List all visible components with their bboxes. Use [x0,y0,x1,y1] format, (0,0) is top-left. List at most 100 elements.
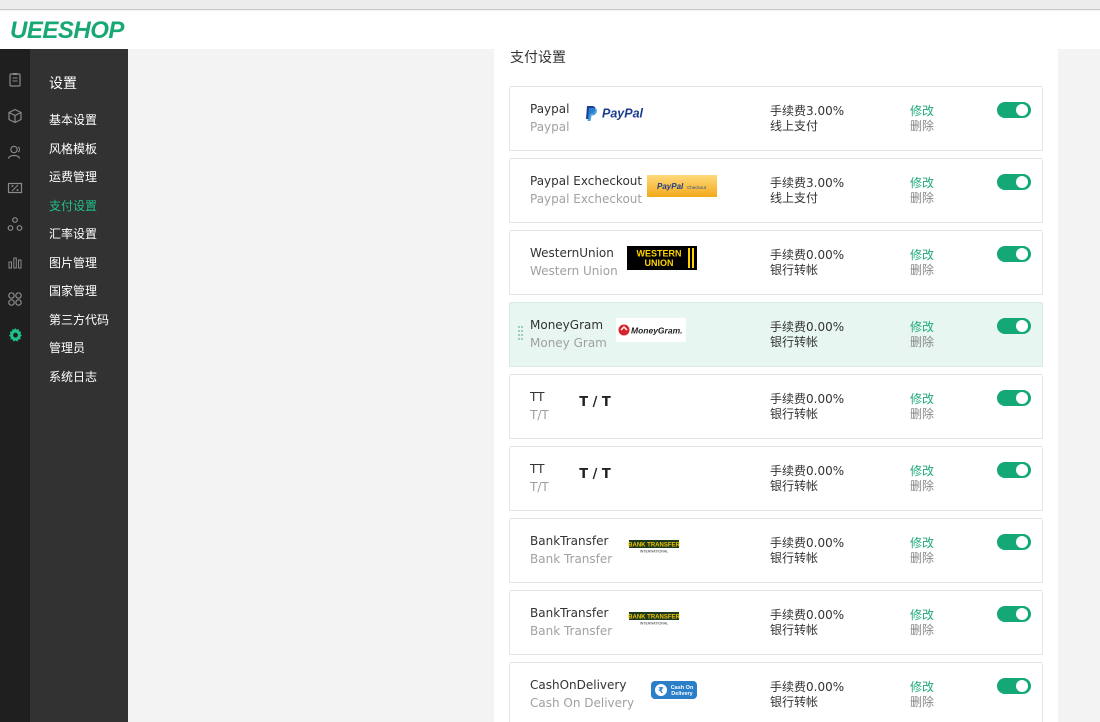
delete-link[interactable]: 删除 [910,189,934,206]
bank-transfer-logo: BANK TRANSFER INTERNATIONAL [619,606,689,630]
payment-subname: T/T [530,480,549,494]
page-title: 支付设置 [510,50,566,66]
payment-type: 银行转帐 [770,551,819,565]
sidebar-item-countries[interactable]: 国家管理 [49,282,97,299]
payment-name: MoneyGram [530,318,604,332]
payment-name: Paypal Excheckout [530,174,643,188]
sidebar-item-third-party[interactable]: 第三方代码 [49,311,109,328]
payment-row-moneygram[interactable]: MoneyGram Money Gram MoneyGram. 手续费0.00%… [509,302,1043,367]
settings-icon[interactable] [7,327,23,343]
enable-toggle[interactable] [997,678,1031,694]
payment-row-paypal-excheckout: Paypal Excheckout Paypal Excheckout PayP… [509,158,1043,223]
enable-toggle[interactable] [997,246,1031,262]
bank-transfer-logo: BANK TRANSFER INTERNATIONAL [619,534,689,558]
bank-transfer-logo-text: BANK TRANSFER [628,543,680,549]
products-icon[interactable] [7,108,23,124]
users-icon[interactable] [7,144,23,160]
delete-link[interactable]: 删除 [910,693,934,710]
enable-toggle[interactable] [997,606,1031,622]
delete-link[interactable]: 删除 [910,549,934,566]
delete-link[interactable]: 删除 [910,477,934,494]
western-union-logo-text: WESTERN [637,249,682,259]
app-header: UEESHOP [0,11,1100,49]
sidebar-item-logs[interactable]: 系统日志 [49,368,97,385]
delete-link[interactable]: 删除 [910,333,934,350]
sidebar-item-shipping[interactable]: 运费管理 [49,168,97,185]
paypal-logo: PayPal [580,101,650,125]
sidebar-item-theme[interactable]: 风格模板 [49,140,97,157]
payment-name: WesternUnion [530,246,614,260]
payment-type: 银行转帐 [770,479,819,493]
sidebar-item-currency[interactable]: 汇率设置 [49,225,97,242]
payment-type: 线上支付 [770,191,819,205]
apps-icon[interactable] [7,291,23,307]
payment-subname: Cash On Delivery [530,696,635,710]
payment-name: CashOnDelivery [530,678,627,692]
payment-type: 银行转帐 [770,407,819,421]
bank-transfer-logo-subtext: INTERNATIONAL [640,622,669,626]
bank-transfer-logo-subtext: INTERNATIONAL [640,550,669,554]
cash-on-delivery-logo-subtext: Delivery [671,691,693,697]
enable-toggle[interactable] [997,174,1031,190]
western-union-logo-subtext: UNION [645,258,674,268]
stats-icon[interactable] [7,254,23,270]
payment-type: 线上支付 [770,119,819,133]
delete-link[interactable]: 删除 [910,405,934,422]
payment-subname: Western Union [530,264,618,278]
payment-type: 银行转帐 [770,263,819,277]
western-union-logo: WESTERN UNION [627,246,697,270]
payment-row-tt: TT T/T T / T 手续费0.00% 银行转帐 修改 删除 [509,446,1043,511]
sidebar-item-basic[interactable]: 基本设置 [49,111,97,128]
payment-row-bank-transfer: BankTransfer Bank Transfer BANK TRANSFER… [509,590,1043,655]
payment-name: Paypal [530,102,570,116]
delete-link[interactable]: 删除 [910,621,934,638]
paypal-checkout-logo-subtext: Checkout [687,185,707,190]
payment-subname: Bank Transfer [530,624,613,638]
payment-subname: T/T [530,408,549,422]
paypal-checkout-logo: PayPal Checkout [647,175,717,197]
promotion-icon[interactable] [7,180,23,196]
settings-sidebar: 设置 基本设置 风格模板 运费管理 支付设置 汇率设置 图片管理 国家管理 第三… [30,49,128,722]
icon-nav [0,49,30,722]
enable-toggle[interactable] [997,534,1031,550]
payment-name: BankTransfer [530,534,609,548]
moneygram-logo: MoneyGram. [616,318,686,342]
payment-type: 银行转帐 [770,335,819,349]
payment-type: 银行转帐 [770,695,819,709]
sidebar-item-images[interactable]: 图片管理 [49,254,97,271]
browser-top-strip [0,0,1100,10]
payment-name: TT [530,390,545,404]
svg-text:₹: ₹ [658,686,664,695]
sidebar-item-payment[interactable]: 支付设置 [49,197,97,214]
enable-toggle[interactable] [997,390,1031,406]
drag-handle-icon[interactable] [518,326,524,340]
payment-subname: Bank Transfer [530,552,613,566]
bank-transfer-logo-text: BANK TRANSFER [628,615,680,621]
sidebar-title: 设置 [49,76,77,92]
enable-toggle[interactable] [997,102,1031,118]
moneygram-logo-text: MoneyGram. [631,326,683,336]
payment-row-cash-on-delivery: CashOnDelivery Cash On Delivery ₹ Cash O… [509,662,1043,722]
tt-logo: T / T [560,390,630,414]
paypal-checkout-logo-text: PayPal [657,182,684,191]
payment-name: BankTransfer [530,606,609,620]
payment-type: 银行转帐 [770,623,819,637]
enable-toggle[interactable] [997,318,1031,334]
delete-link[interactable]: 删除 [910,261,934,278]
channel-icon[interactable] [7,216,23,232]
delete-link[interactable]: 删除 [910,117,934,134]
payment-subname: Money Gram [530,336,607,350]
cash-on-delivery-logo: ₹ Cash On Delivery [639,678,709,702]
enable-toggle[interactable] [997,462,1031,478]
payment-subname: Paypal [530,120,570,134]
tt-logo: T / T [560,462,630,486]
payment-subname: Paypal Excheckout [530,192,643,206]
sidebar-item-admins[interactable]: 管理员 [49,339,85,356]
payment-row-bank-transfer: BankTransfer Bank Transfer BANK TRANSFER… [509,518,1043,583]
payment-row-paypal: Paypal Paypal PayPal 手续费3.00% 线上支付 修改 删除 [509,86,1043,151]
payment-row-tt: TT T/T T / T 手续费0.00% 银行转帐 修改 删除 [509,374,1043,439]
ueeshop-logo[interactable]: UEESHOP [10,17,124,45]
payment-name: TT [530,462,545,476]
orders-icon[interactable] [7,72,23,88]
paypal-logo-text: PayPal [602,107,644,121]
